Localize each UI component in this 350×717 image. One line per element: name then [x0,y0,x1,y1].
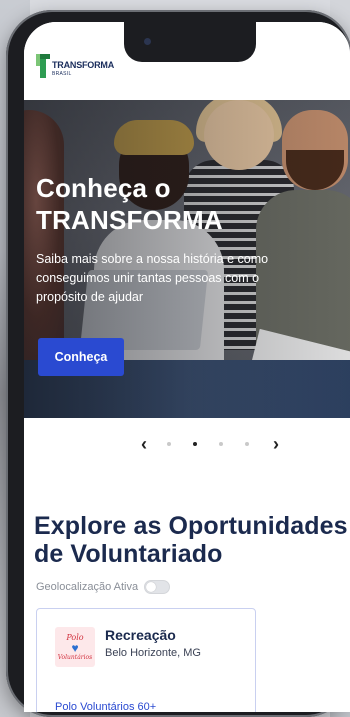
carousel-dot[interactable] [245,442,249,446]
chevron-right-icon[interactable]: › [273,434,279,454]
phone-screen: TRANSFORMA BRASIL Conheça o TRANSFORMA S… [24,22,350,712]
carousel-dot-active[interactable] [193,442,197,446]
logo-name: TRANSFORMA [52,60,114,70]
carousel-nav: ‹ › [139,434,289,454]
chevron-left-icon[interactable]: ‹ [141,434,147,454]
heart-hands-icon: ♥ [71,641,79,655]
hero-title: Conheça o TRANSFORMA [36,173,223,235]
opportunity-card[interactable]: Polo ♥ Voluntários Recreação Belo Horizo… [36,608,256,712]
geolocation-toggle[interactable] [144,580,171,594]
transforma-logo[interactable]: TRANSFORMA BRASIL [36,54,116,80]
conheca-button[interactable]: Conheça [38,338,124,376]
carousel-dot[interactable] [167,442,171,446]
opportunities-title: Explore as Oportunidades de Voluntariado [34,512,348,568]
hero-description: Saiba mais sobre a nossa história e como… [36,252,269,304]
opportunity-organization-link[interactable]: Polo Voluntários 60+ [55,701,156,712]
opportunity-location: Belo Horizonte, MG [105,647,201,659]
geolocation-row: Geolocalização Ativa [36,578,171,596]
logo-subtitle: BRASIL [52,71,72,77]
geolocation-label: Geolocalização Ativa [36,581,139,593]
logo-line-2: Voluntários [57,654,93,661]
toggle-knob [146,582,157,592]
front-camera-icon [144,38,151,45]
carousel-dot[interactable] [219,442,223,446]
phone-notch [124,22,256,62]
phone-frame: TRANSFORMA BRASIL Conheça o TRANSFORMA S… [6,10,350,717]
polo-voluntarios-logo: Polo ♥ Voluntários [55,627,95,667]
logo-mark-icon [36,54,50,78]
opportunity-title: Recreação [105,627,176,643]
